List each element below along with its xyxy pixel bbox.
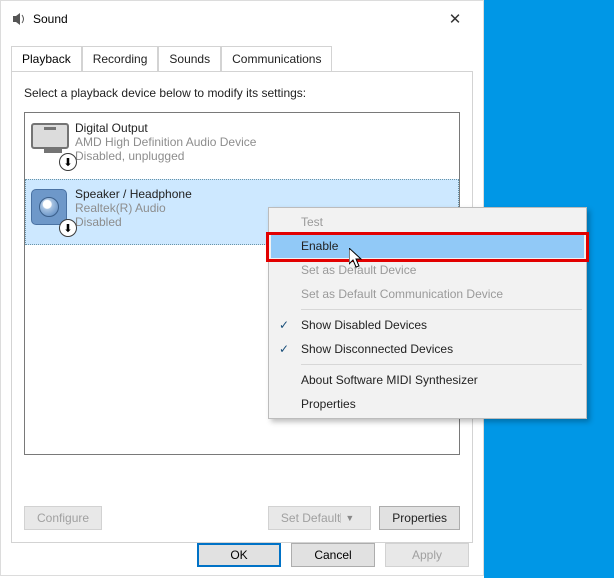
tab-recording[interactable]: Recording <box>82 46 159 71</box>
close-button[interactable]: ✕ <box>435 4 475 34</box>
ctx-show-disconnected[interactable]: Show Disconnected Devices <box>271 337 584 361</box>
ctx-separator <box>301 309 582 310</box>
device-sub: AMD High Definition Audio Device <box>75 135 256 149</box>
device-status: Disabled <box>75 215 192 229</box>
panel-buttons: Configure Set Default ▼ Properties <box>24 506 460 530</box>
down-arrow-badge-icon: ⬇ <box>59 153 77 171</box>
ctx-show-disabled[interactable]: Show Disabled Devices <box>271 313 584 337</box>
device-name: Digital Output <box>75 121 256 135</box>
configure-button[interactable]: Configure <box>24 506 102 530</box>
dialog-buttons: OK Cancel Apply <box>197 543 469 567</box>
set-default-button[interactable]: Set Default ▼ <box>268 506 371 530</box>
ctx-set-default[interactable]: Set as Default Device <box>271 258 584 282</box>
down-arrow-badge-icon: ⬇ <box>59 219 77 237</box>
device-sub: Realtek(R) Audio <box>75 201 192 215</box>
monitor-icon: ⬇ <box>31 121 75 169</box>
context-menu: Test Enable Set as Default Device Set as… <box>268 207 587 419</box>
ctx-properties[interactable]: Properties <box>271 392 584 416</box>
tab-sounds[interactable]: Sounds <box>158 46 221 71</box>
ctx-enable[interactable]: Enable <box>271 234 584 258</box>
chevron-down-icon[interactable]: ▼ <box>340 513 358 523</box>
ctx-separator <box>301 364 582 365</box>
apply-button[interactable]: Apply <box>385 543 469 567</box>
tab-playback[interactable]: Playback <box>11 46 82 71</box>
ctx-about-midi[interactable]: About Software MIDI Synthesizer <box>271 368 584 392</box>
speaker-icon: ⬇ <box>31 187 75 235</box>
device-row[interactable]: ⬇ Digital Output AMD High Definition Aud… <box>25 113 459 179</box>
set-default-label: Set Default <box>281 511 340 525</box>
ctx-test[interactable]: Test <box>271 210 584 234</box>
properties-button[interactable]: Properties <box>379 506 460 530</box>
device-name: Speaker / Headphone <box>75 187 192 201</box>
titlebar: Sound ✕ <box>1 1 483 36</box>
cancel-button[interactable]: Cancel <box>291 543 375 567</box>
tab-communications[interactable]: Communications <box>221 46 332 71</box>
window-title: Sound <box>33 12 68 26</box>
device-status: Disabled, unplugged <box>75 149 256 163</box>
ctx-set-default-comm[interactable]: Set as Default Communication Device <box>271 282 584 306</box>
ok-button[interactable]: OK <box>197 543 281 567</box>
sound-sysicon <box>11 11 27 27</box>
instruction-text: Select a playback device below to modify… <box>24 86 460 100</box>
